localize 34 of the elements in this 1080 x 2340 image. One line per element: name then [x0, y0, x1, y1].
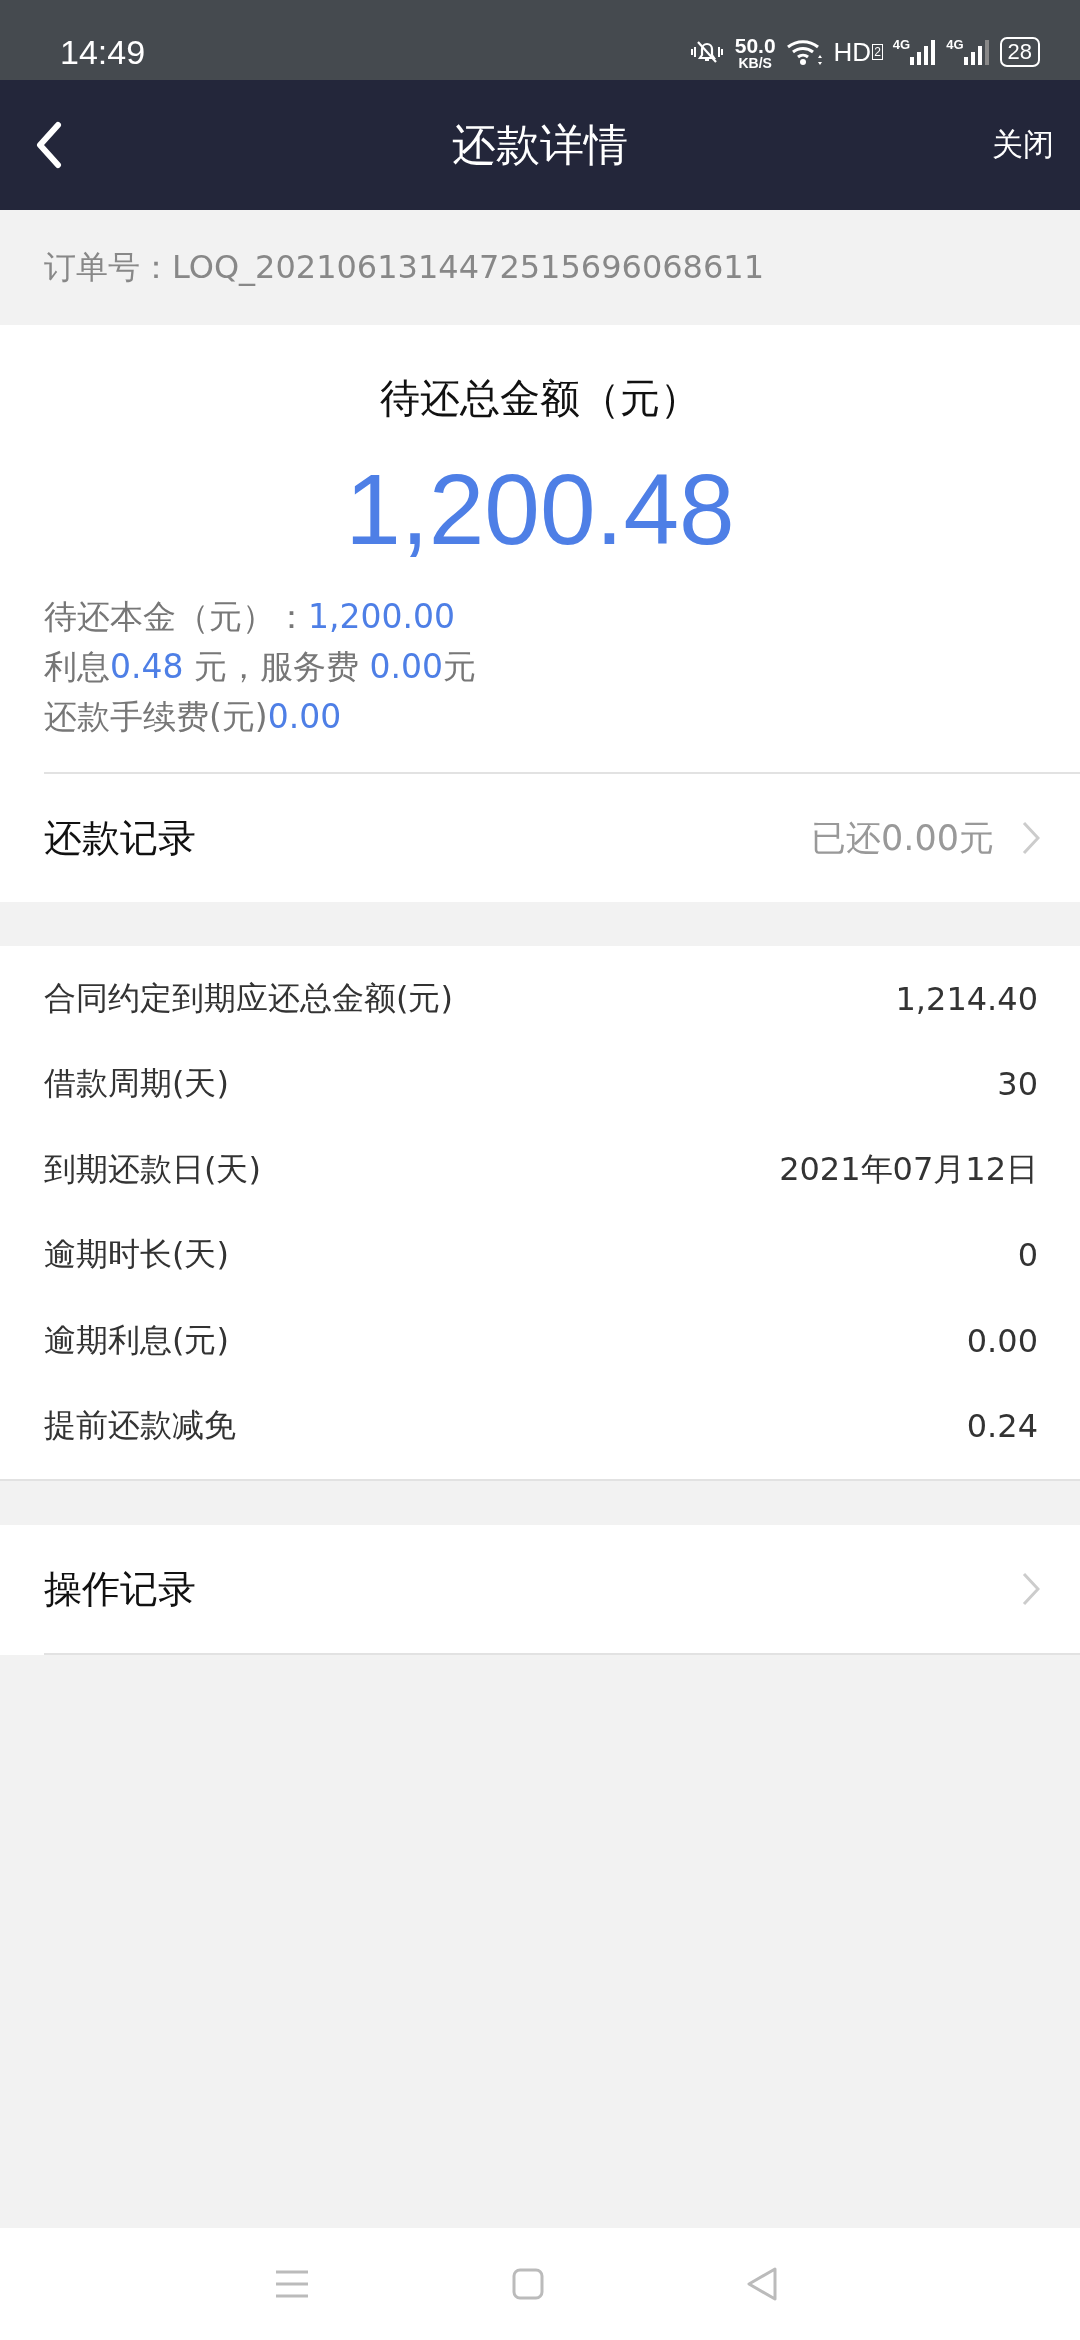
- detail-value: 0: [1017, 1236, 1038, 1275]
- close-button[interactable]: 关闭: [992, 124, 1054, 166]
- detail-label: 合同约定到期应还总金额(元): [44, 977, 453, 1019]
- back-button[interactable]: [34, 121, 64, 169]
- home-icon[interactable]: [511, 2268, 544, 2300]
- detail-value: 2021年07月12日: [779, 1148, 1038, 1190]
- fee-line: 利息0.48 元，服务费 0.00元: [44, 646, 477, 688]
- wifi-icon: [785, 37, 824, 67]
- fee-line: 还款手续费(元)0.00: [44, 696, 343, 738]
- detail-label: 逾期利息(元): [44, 1319, 229, 1361]
- detail-value: 1,214.40: [895, 979, 1038, 1018]
- clock: 14:49: [60, 32, 146, 73]
- detail-label: 逾期时长(天): [44, 1234, 229, 1276]
- signal-indicator: 4G: [946, 37, 990, 67]
- operation-record-row[interactable]: 操作记录: [44, 1525, 1080, 1655]
- chevron-icon: [1022, 821, 1040, 855]
- detail-value: 0.00: [966, 1321, 1038, 1360]
- detail-value: 0.24: [966, 1407, 1038, 1446]
- page-title: 还款详情: [452, 117, 628, 172]
- network-speed: 50.0 KB/S: [734, 34, 776, 70]
- signal-indicator: 4G: [892, 37, 937, 67]
- back-icon[interactable]: [746, 2267, 778, 2301]
- chevron-icon: [1022, 1572, 1040, 1606]
- detail-label: 借款周期(天): [44, 1063, 229, 1105]
- battery-indicator: 28: [999, 37, 1040, 67]
- detail-value: 30: [997, 1065, 1038, 1104]
- detail-label: 提前还款减免: [44, 1405, 236, 1447]
- total-amount: 1,200.48: [344, 452, 736, 567]
- order-number: 订单号：LOQ_2021061314472515696068611: [43, 246, 766, 288]
- fee-line: 待还本金（元）：1,200.00: [44, 596, 456, 638]
- total-label: 待还总金额（元）: [379, 374, 701, 423]
- repayment-record-row[interactable]: 还款记录 已还0.00元: [44, 772, 1080, 902]
- menu-icon[interactable]: [275, 2269, 309, 2299]
- detail-label: 到期还款日(天): [44, 1148, 261, 1190]
